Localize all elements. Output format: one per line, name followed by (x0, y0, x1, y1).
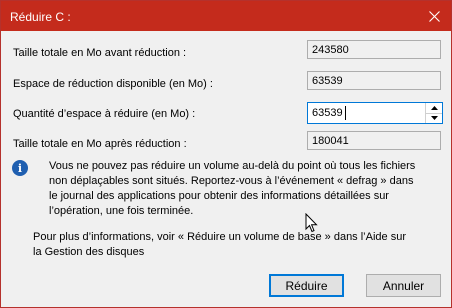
total-after-value: 180041 (312, 135, 349, 147)
stepper-arrows (425, 103, 442, 123)
close-icon (428, 10, 440, 22)
shrink-amount-stepper[interactable]: 63539 (307, 102, 443, 124)
shrink-button-label: Réduire (285, 278, 328, 293)
title-bar: Réduire C : (1, 1, 451, 31)
cancel-button-label: Annuler (382, 278, 425, 293)
info-message: Vous ne pouvez pas réduire un volume au-… (49, 160, 416, 217)
available-space-value: 63539 (312, 75, 343, 87)
help-reference: Pour plus d’informations, voir « Réduire… (33, 231, 406, 258)
text-caret (345, 106, 346, 120)
total-before-label: Taille totale en Mo avant réduction : (13, 47, 187, 59)
cancel-button[interactable]: Annuler (366, 274, 441, 297)
shrink-amount-input[interactable]: 63539 (312, 107, 343, 119)
close-button[interactable] (417, 1, 451, 31)
shrink-dialog: Réduire C : Taille totale en Mo avant ré… (0, 0, 452, 308)
mouse-cursor-icon (305, 213, 318, 233)
window-title: Réduire C : (10, 10, 71, 24)
shrink-amount-label: Quantité d’espace à réduire (en Mo) : (13, 108, 196, 120)
total-after-label: Taille totale en Mo après réduction : (13, 138, 187, 150)
info-icon: i (12, 160, 28, 176)
stepper-down-button[interactable] (426, 113, 442, 123)
chevron-down-icon (430, 116, 438, 120)
total-before-value: 243580 (312, 44, 349, 56)
shrink-button[interactable]: Réduire (269, 274, 344, 297)
available-space-field: 63539 (307, 71, 441, 90)
total-before-field: 243580 (307, 40, 441, 59)
available-space-label: Espace de réduction disponible (en Mo) : (13, 78, 213, 90)
total-after-field: 180041 (307, 131, 441, 150)
chevron-up-icon (430, 106, 438, 110)
